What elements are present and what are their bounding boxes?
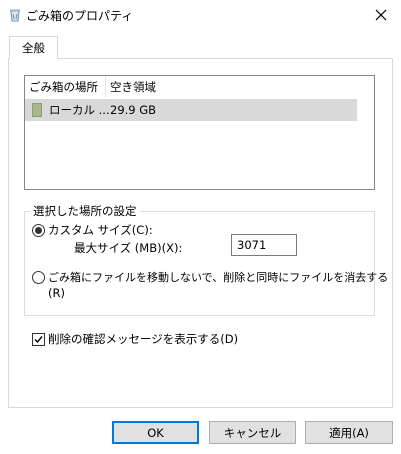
delete-immediately-label: ごみ箱にファイルを移動しないで、削除と同時にファイルを消去する [48,271,389,284]
column-header-location[interactable]: ごみ箱の場所 [25,76,106,98]
location-cell: ローカル ... [49,103,110,117]
list-header: ごみ箱の場所 空き領域 [25,76,374,98]
window-title: ごみ箱のプロパティ [26,9,134,23]
tab-general[interactable]: 全般 [9,36,58,59]
delete-immediately-radio[interactable] [32,271,45,284]
location-list[interactable]: ごみ箱の場所 空き領域 ローカル ... 29.9 GB [24,75,375,190]
cancel-button[interactable]: キャンセル [209,421,296,444]
recycle-bin-icon [10,9,20,22]
max-size-label: 最大サイズ (MB)(X): [74,241,183,255]
close-button[interactable] [361,0,401,30]
apply-button[interactable]: 適用(A) [305,421,393,444]
custom-size-radio[interactable] [32,224,45,237]
free-space-cell: 29.9 GB [110,103,157,117]
drive-icon [32,103,42,117]
list-item[interactable]: ローカル ... 29.9 GB [25,99,357,121]
close-icon [375,9,387,21]
title-bar: ごみ箱のプロパティ [0,0,401,30]
confirm-delete-checkbox[interactable] [32,333,45,346]
custom-size-label: カスタム サイズ(C): [48,223,153,237]
max-size-input[interactable]: 3071 [231,234,297,256]
confirm-delete-label: 削除の確認メッセージを表示する(D) [48,332,239,346]
tab-general-label: 全般 [22,41,45,55]
delete-immediately-label-line2: (R) [48,286,65,300]
settings-group-legend: 選択した場所の設定 [30,203,140,219]
column-header-free-space[interactable]: 空き領域 [106,76,186,98]
ok-button[interactable]: OK [112,421,199,444]
checkmark-icon [34,336,43,344]
